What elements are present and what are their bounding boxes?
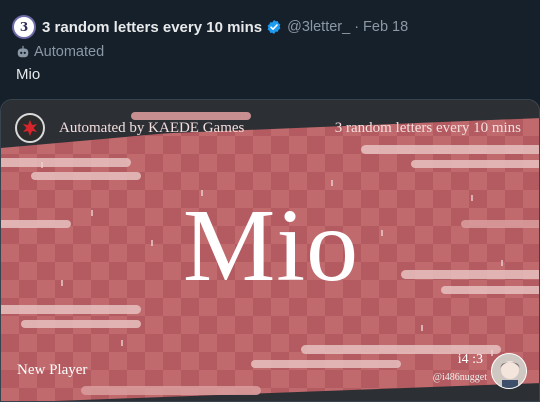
- big-letters: Mio: [182, 188, 360, 303]
- tweet-text: Mio: [16, 66, 41, 83]
- verified-badge-icon: [267, 20, 281, 34]
- handle[interactable]: @3letter_: [287, 19, 350, 35]
- kaede-logo-icon: [15, 113, 45, 143]
- bot-icon: [17, 45, 29, 58]
- separator-dot: ·: [354, 19, 360, 35]
- automated-label[interactable]: Automated: [16, 42, 104, 62]
- new-player-label: New Player: [17, 362, 88, 378]
- automated-text: Automated: [34, 44, 105, 60]
- post-date[interactable]: Feb 18: [363, 19, 408, 35]
- credit-avatar: [491, 353, 527, 389]
- display-name[interactable]: 3 random letters every 10 mins: [42, 19, 262, 36]
- tweet[interactable]: 3 3 random letters every 10 mins @3lette…: [0, 0, 540, 402]
- avatar[interactable]: 3: [12, 15, 36, 39]
- credit-handle: @i486nugget: [432, 372, 487, 383]
- tweet-header: 3 3 random letters every 10 mins @3lette…: [12, 14, 408, 40]
- credit-line: i4 :3: [457, 352, 483, 367]
- logo-label: Automated by KAEDE Games: [59, 120, 245, 136]
- avatar-text: 3: [19, 20, 29, 34]
- card-title: 3 random letters every 10 mins: [334, 120, 521, 136]
- media-card[interactable]: Automated by KAEDE Games 3 random letter…: [0, 99, 540, 402]
